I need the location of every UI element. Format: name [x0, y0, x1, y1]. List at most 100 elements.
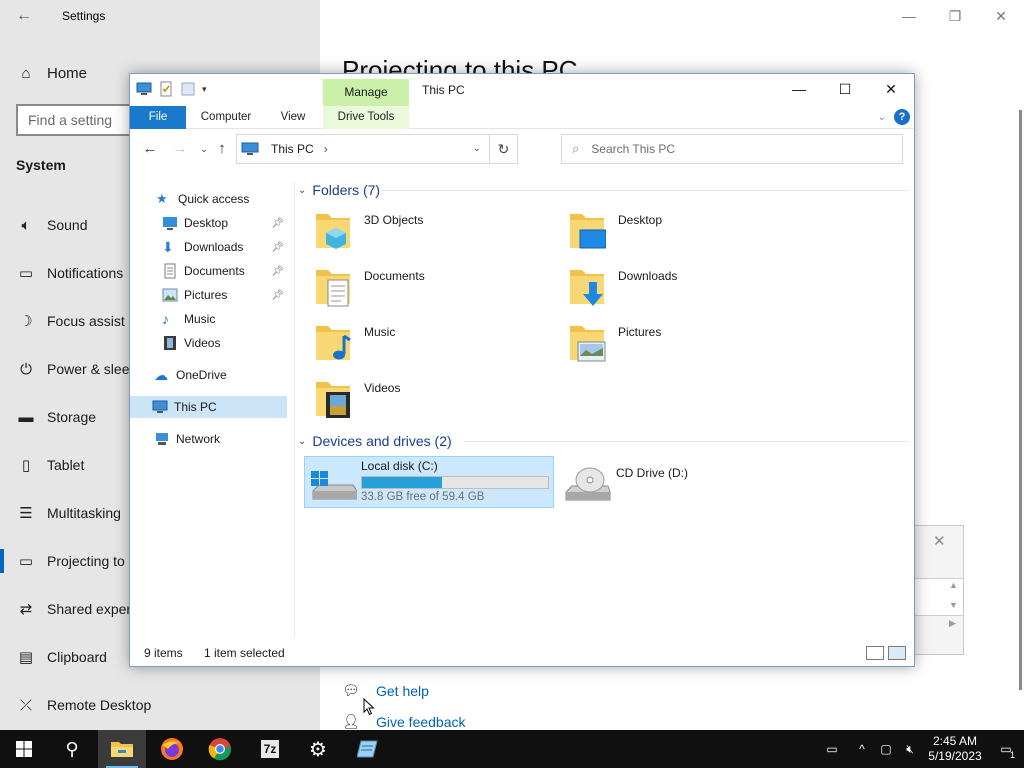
folder-name: Desktop [618, 213, 663, 227]
nav-documents[interactable]: Documents 📌︎ [162, 260, 284, 282]
clock[interactable]: 2:45 AM 5/19/2023 [922, 734, 988, 764]
nav-videos[interactable]: Videos [162, 332, 220, 354]
address-bar[interactable]: This PC › ⌄ ↻ [236, 134, 518, 164]
help-icon[interactable]: ? [894, 109, 910, 125]
home-label: Home [47, 64, 88, 82]
taskbar-notepad[interactable] [344, 730, 392, 768]
new-folder-icon[interactable] [180, 81, 196, 97]
pin-icon[interactable]: 📌︎ [271, 242, 284, 253]
up-arrow-icon[interactable]: ↑ [212, 139, 232, 159]
nav-label: This PC [174, 400, 217, 414]
taskbar-firefox[interactable] [148, 730, 196, 768]
nav-label: Desktop [184, 216, 229, 230]
settings-item-notifications[interactable]: ▭ Notifications [16, 261, 123, 285]
recent-locations-icon[interactable]: ⌄ [194, 139, 214, 159]
settings-item-power-sleep[interactable]: ⏻ Power & sleep [16, 357, 137, 381]
keyboard-icon[interactable]: ▭ [814, 742, 850, 756]
documents-folder-icon [316, 270, 350, 307]
tab-drive-tools[interactable]: Drive Tools [323, 106, 409, 129]
large-icons-view-icon[interactable] [888, 646, 906, 660]
volume-muted-icon[interactable]: 🔇︎ [898, 742, 922, 757]
search-input[interactable]: ⌕ Search This PC [561, 134, 903, 164]
downloads-folder-icon [570, 270, 604, 306]
scroll-up-icon[interactable]: ▲ [949, 580, 958, 590]
settings-scrollbar[interactable] [1019, 110, 1022, 690]
drive-local-disk-c[interactable]: Local disk (C:) 33.8 GB free of 59.4 GB [304, 456, 554, 508]
folder-documents[interactable]: Documents [296, 262, 536, 312]
properties-icon[interactable] [158, 81, 174, 97]
nav-pictures[interactable]: Pictures 📌︎ [162, 284, 284, 306]
group-divider [382, 190, 908, 191]
give-feedback-link[interactable]: 👤︎ Give feedback [342, 713, 466, 730]
tab-computer[interactable]: Computer [194, 106, 258, 129]
clock-date: 5/19/2023 [928, 749, 982, 763]
settings-item-remote-desktop[interactable]: ⤫ Remote Desktop [16, 693, 151, 717]
settings-item-sound[interactable]: 🔈︎ Sound [16, 213, 87, 237]
pin-icon[interactable]: 📌︎ [271, 266, 284, 277]
pin-icon[interactable]: 📌︎ [271, 218, 284, 229]
folders-group-header[interactable]: ⌄ Folders (7) [298, 179, 380, 201]
minimize-icon[interactable]: — [886, 0, 932, 32]
chevron-down-icon: ⌄ [298, 184, 307, 196]
nav-music[interactable]: ♪ Music [162, 308, 215, 330]
minimize-icon[interactable]: — [776, 74, 822, 104]
restore-icon[interactable]: ❐ [932, 0, 978, 32]
folder-name: Videos [364, 381, 401, 395]
breadcrumb-separator[interactable]: › [324, 142, 328, 156]
close-icon[interactable]: ✕ [933, 532, 946, 550]
scroll-right-icon[interactable]: ▶ [949, 618, 956, 629]
drive-cd-d[interactable]: CD Drive (D:) [560, 460, 800, 512]
nav-downloads[interactable]: ⬇ Downloads 📌︎ [162, 236, 284, 258]
folder-3d-objects[interactable]: 3D Objects [296, 206, 536, 256]
settings-home-link[interactable]: ⌂ Home [16, 62, 87, 84]
settings-item-label: Remote Desktop [47, 697, 152, 713]
nav-network[interactable]: Network [154, 428, 220, 450]
view-switcher [866, 646, 906, 660]
customize-qat-icon[interactable]: ▾ [202, 84, 207, 95]
taskbar-file-explorer[interactable] [98, 730, 146, 768]
chevron-up-icon[interactable]: ^ [850, 742, 874, 756]
settings-item-focus-assist[interactable]: ☽ Focus assist [16, 309, 125, 333]
get-help-link[interactable]: 💬︎ Get help [342, 682, 429, 699]
taskbar-7zip[interactable]: 7z [246, 730, 294, 768]
pin-icon[interactable]: 📌︎ [271, 290, 284, 301]
forward-arrow-icon[interactable]: → [170, 139, 190, 159]
taskbar-chrome[interactable] [196, 730, 244, 768]
settings-item-clipboard[interactable]: ▤ Clipboard [16, 645, 107, 669]
refresh-icon[interactable]: ↻ [489, 135, 517, 163]
nav-quick-access[interactable]: ★ Quick access [156, 188, 249, 210]
settings-item-multitasking[interactable]: ☰ Multitasking [16, 501, 121, 525]
folder-desktop[interactable]: Desktop [550, 206, 790, 256]
address-dropdown-icon[interactable]: ⌄ [473, 143, 481, 154]
notification-center-icon[interactable]: ▭ 1 [988, 742, 1024, 760]
expand-ribbon-icon[interactable]: ⌄ [878, 112, 886, 123]
back-arrow-icon[interactable]: ← [14, 6, 34, 26]
nav-this-pc[interactable]: This PC [130, 396, 287, 418]
tab-file[interactable]: File [130, 106, 186, 129]
close-icon[interactable]: ✕ [868, 74, 914, 104]
folder-music[interactable]: Music [296, 318, 536, 368]
settings-item-tablet[interactable]: ▯ Tablet [16, 453, 85, 477]
breadcrumb-this-pc[interactable]: This PC [271, 142, 314, 156]
back-arrow-icon[interactable]: ← [140, 139, 160, 159]
folder-downloads[interactable]: Downloads [550, 262, 790, 312]
taskbar-settings[interactable]: ⚙ [294, 730, 342, 768]
settings-item-storage[interactable]: ▬ Storage [16, 405, 97, 429]
manage-tab[interactable]: Manage [323, 79, 409, 106]
folder-videos[interactable]: Videos [296, 374, 536, 424]
drives-group-header[interactable]: ⌄ Devices and drives (2) [298, 430, 452, 452]
details-view-icon[interactable] [866, 646, 884, 660]
nav-onedrive[interactable]: ☁ OneDrive [154, 364, 227, 386]
folder-pictures[interactable]: Pictures [550, 318, 790, 368]
maximize-icon[interactable]: ☐ [822, 74, 868, 104]
tab-view[interactable]: View [270, 106, 316, 129]
this-pc-icon [136, 82, 152, 95]
taskbar-search-button[interactable]: ⚲ [48, 730, 96, 768]
scroll-down-icon[interactable]: ▼ [949, 600, 958, 610]
network-tray-icon[interactable]: ▢ [874, 742, 898, 756]
close-icon[interactable]: ✕ [978, 0, 1024, 32]
start-button[interactable] [0, 730, 48, 768]
moon-icon: ☽ [19, 313, 33, 330]
drive-usage-bar [361, 476, 549, 489]
nav-desktop[interactable]: Desktop 📌︎ [162, 212, 284, 234]
